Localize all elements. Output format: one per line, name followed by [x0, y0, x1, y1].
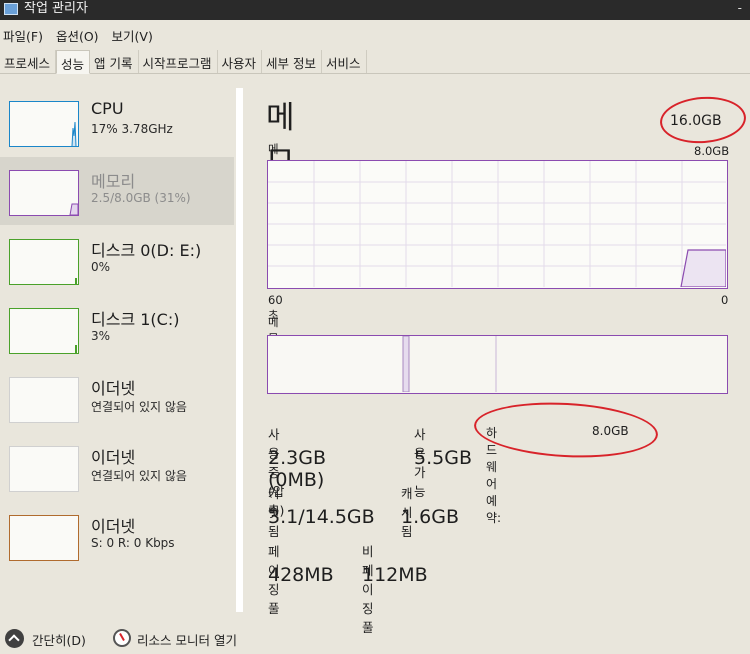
menu-file[interactable]: 파일(F)	[0, 22, 49, 46]
resource-detail: 2.5/8.0GB (31%)	[91, 191, 191, 205]
minimize-button[interactable]: -	[738, 0, 742, 16]
chevron-up-icon[interactable]	[5, 629, 24, 648]
resource-detail: 17% 3.78GHz	[91, 122, 173, 136]
resource-detail: 연결되어 있지 않음	[91, 469, 187, 483]
resource-name: 이더넷	[91, 517, 136, 536]
ethernet-thumbnail	[9, 377, 79, 423]
resource-name: 메모리	[91, 172, 136, 191]
tab-processes[interactable]: 프로세스	[0, 50, 57, 73]
paged-pool-value: 428MB	[268, 564, 334, 586]
ethernet-thumbnail	[9, 446, 79, 492]
resource-detail: 0%	[91, 260, 111, 274]
open-resource-monitor-link[interactable]: 리소스 모니터 열기	[137, 630, 237, 649]
committed-value: 3.1/14.5GB	[268, 506, 375, 528]
resource-item-ethernet-3[interactable]: 이더넷 S: 0 R: 0 Kbps	[0, 502, 234, 570]
memory-thumbnail	[9, 170, 79, 216]
usage-graph-svg	[268, 161, 726, 287]
tab-bar: 프로세스 성능 앱 기록 시작프로그램 사용자 세부 정보 서비스	[0, 50, 750, 74]
resource-name: 디스크 0(D: E:)	[91, 241, 202, 260]
resource-item-cpu[interactable]: CPU 17% 3.78GHz	[0, 88, 234, 156]
disk1-thumbnail	[9, 308, 79, 354]
tab-startup[interactable]: 시작프로그램	[139, 50, 218, 73]
cpu-thumbnail	[9, 101, 79, 147]
resource-item-disk-0[interactable]: 디스크 0(D: E:) 0%	[0, 226, 234, 294]
resource-name: 이더넷	[91, 379, 136, 398]
resource-item-ethernet-1[interactable]: 이더넷 연결되어 있지 않음	[0, 364, 234, 432]
memory-usage-graph	[267, 160, 728, 289]
cached-value: 1.6GB	[401, 506, 459, 528]
menu-view[interactable]: 보기(V)	[109, 22, 159, 46]
window-title: 작업 관리자	[24, 1, 88, 16]
tab-services[interactable]: 서비스	[322, 50, 367, 73]
tab-users[interactable]: 사용자	[218, 50, 263, 73]
tab-performance[interactable]: 성능	[56, 50, 91, 74]
resource-detail: S: 0 R: 0 Kbps	[91, 536, 175, 550]
footer-bar: 간단히(D) 리소스 모니터 열기	[0, 622, 750, 654]
resource-list: CPU 17% 3.78GHz 메모리 2.5/8.0GB (31%) 디스크 …	[0, 86, 236, 614]
resource-detail: 3%	[91, 329, 111, 343]
resource-item-disk-1[interactable]: 디스크 1(C:) 3%	[0, 295, 234, 363]
resource-name: CPU	[91, 99, 124, 118]
tab-details[interactable]: 세부 정보	[262, 50, 323, 73]
resource-name: 디스크 1(C:)	[91, 310, 180, 329]
disk0-thumbnail	[9, 239, 79, 285]
composition-svg	[268, 335, 497, 393]
panel-splitter[interactable]	[236, 88, 243, 612]
menu-options[interactable]: 옵션(O)	[53, 22, 105, 46]
resource-name: 이더넷	[91, 448, 136, 467]
tab-app-history[interactable]: 앱 기록	[90, 50, 139, 73]
resource-item-memory[interactable]: 메모리 2.5/8.0GB (31%)	[0, 157, 234, 225]
fewer-details-link[interactable]: 간단히(D)	[32, 630, 86, 649]
task-manager-icon	[4, 3, 18, 15]
available-value: 5.5GB	[414, 447, 472, 469]
menu-bar: 파일(F) 옵션(O) 보기(V)	[0, 22, 163, 46]
usage-graph-max: 8.0GB	[694, 144, 730, 158]
memory-composition-bar	[267, 335, 728, 394]
red-annotation-circle	[658, 94, 748, 146]
title-bar: 작업 관리자 -	[0, 0, 750, 20]
resource-item-ethernet-2[interactable]: 이더넷 연결되어 있지 않음	[0, 433, 234, 501]
resource-monitor-icon[interactable]	[113, 629, 131, 647]
axis-right-label: 0	[721, 293, 729, 307]
nonpaged-pool-value: 112MB	[362, 564, 428, 586]
resource-detail: 연결되어 있지 않음	[91, 400, 187, 414]
usage-area	[680, 249, 726, 287]
ethernet-thumbnail	[9, 515, 79, 561]
